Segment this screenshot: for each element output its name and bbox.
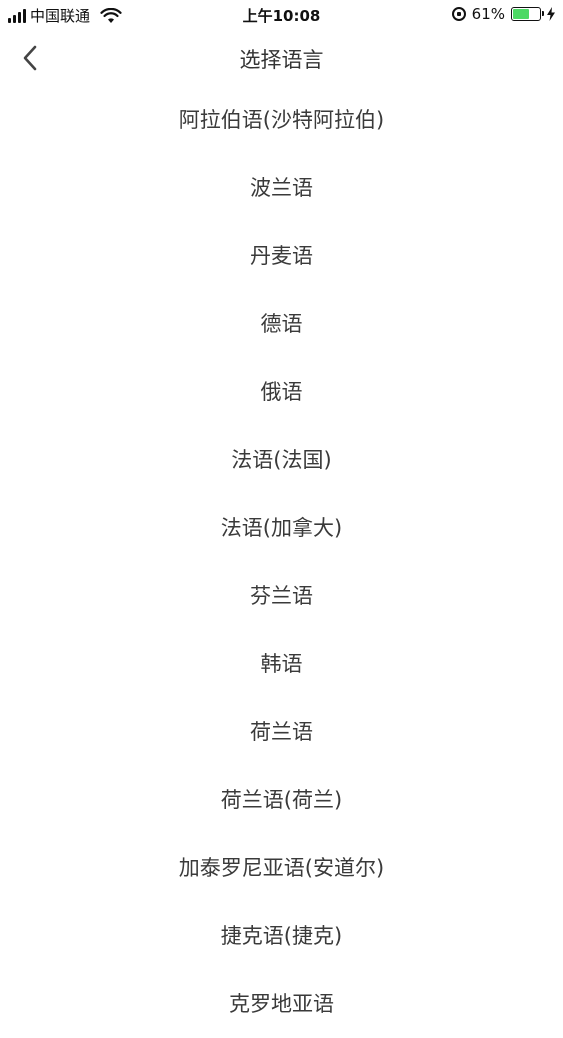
battery-level — [513, 9, 529, 19]
language-option[interactable]: 荷兰语(荷兰) — [0, 766, 563, 834]
language-option[interactable]: 韩语 — [0, 630, 563, 698]
language-option[interactable]: 芬兰语 — [0, 562, 563, 630]
language-option[interactable]: 克罗地亚语 — [0, 970, 563, 1038]
page-title: 选择语言 — [239, 48, 324, 72]
language-option[interactable]: 德语 — [0, 290, 563, 358]
language-option[interactable]: 法语(法国) — [0, 426, 563, 494]
language-option[interactable]: 丹麦语 — [0, 222, 563, 290]
battery-icon — [511, 7, 544, 21]
language-option[interactable]: 俄语 — [0, 358, 563, 426]
status-right: 61% — [451, 5, 555, 23]
orientation-lock-icon — [451, 7, 466, 21]
navigation-bar: 选择语言 — [0, 30, 563, 86]
language-option[interactable]: 荷兰语 — [0, 698, 563, 766]
battery-percent: 61% — [471, 5, 505, 23]
charging-bolt-icon — [547, 7, 555, 21]
status-bar: 中国联通 上午10:08 61% — [0, 0, 563, 30]
language-option[interactable]: 加泰罗尼亚语(安道尔) — [0, 834, 563, 902]
language-option[interactable]: 阿拉伯语(沙特阿拉伯) — [0, 86, 563, 154]
language-option[interactable]: 波兰语 — [0, 154, 563, 222]
language-option[interactable]: 法语(加拿大) — [0, 494, 563, 562]
language-option[interactable]: 捷克语(捷克) — [0, 902, 563, 970]
language-list: 阿拉伯语(沙特阿拉伯) 波兰语 丹麦语 德语 俄语 法语(法国) 法语(加拿大)… — [0, 86, 563, 1038]
